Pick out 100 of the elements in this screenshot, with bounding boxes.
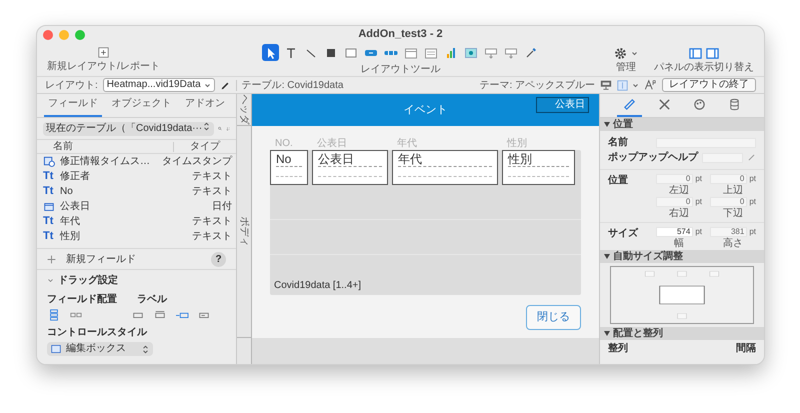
field-type-icon: Tt bbox=[43, 216, 54, 227]
portal-field[interactable]: No bbox=[270, 150, 308, 185]
field-caption: 高さ bbox=[723, 238, 743, 249]
field-caption: 右辺 bbox=[669, 208, 689, 219]
column-label: 公表日 bbox=[317, 138, 347, 149]
field-name: No bbox=[60, 185, 74, 199]
disclosure-triangle-icon[interactable] bbox=[604, 122, 610, 127]
tool-button[interactable] bbox=[262, 44, 279, 61]
column-label: NO. bbox=[275, 138, 293, 149]
panel-toggle-label: パネルの表示切り替え bbox=[654, 62, 754, 72]
unit-label: pt bbox=[695, 196, 702, 208]
new-layout-label: 新規レイアウト/レポート bbox=[47, 61, 160, 72]
font-size-icon[interactable] bbox=[644, 79, 657, 91]
column-header: タイプ bbox=[189, 140, 222, 154]
gear-icon[interactable] bbox=[614, 46, 627, 60]
vertical-layout-icon bbox=[48, 309, 60, 321]
column-label: 年代 bbox=[397, 138, 417, 149]
disclosure-triangle-icon[interactable] bbox=[604, 331, 610, 336]
field-label: 名前 bbox=[608, 136, 628, 150]
column-header: 名前 bbox=[52, 140, 73, 154]
unit-label: pt bbox=[695, 173, 702, 185]
grid-toggle-icon[interactable] bbox=[617, 80, 628, 90]
label-option[interactable] bbox=[153, 309, 167, 321]
table-selector[interactable]: 現在のテーブル（「Covid19data··· bbox=[43, 122, 214, 136]
field-caption: 上辺 bbox=[723, 185, 743, 196]
autosize-anchor-drawing[interactable] bbox=[610, 266, 754, 324]
left-panel-icon[interactable] bbox=[689, 46, 702, 60]
popover-icon bbox=[484, 46, 498, 60]
unit-label: pt bbox=[749, 196, 756, 208]
stepper-arrows-icon bbox=[202, 122, 212, 130]
unit-label: pt bbox=[695, 226, 702, 238]
field-type: テキスト bbox=[192, 230, 232, 244]
field-caption: 幅 bbox=[674, 238, 684, 249]
theme-label: テーマ: アペックスブルー bbox=[479, 78, 595, 92]
manage-label: 管理 bbox=[616, 62, 636, 72]
part-label: ボディ bbox=[238, 216, 250, 246]
table-label: テーブル: Covid19data bbox=[242, 78, 344, 92]
portal-field[interactable]: 性別 bbox=[502, 150, 575, 185]
close-button[interactable] bbox=[43, 30, 53, 40]
input-field[interactable]: 0 bbox=[656, 197, 694, 207]
field-type-icon: Tt bbox=[43, 171, 54, 182]
new-field-button[interactable]: 新規フィールド bbox=[66, 252, 136, 266]
chevron-down-icon bbox=[632, 82, 639, 88]
field-type: テキスト bbox=[192, 185, 232, 199]
stepper-arrows-icon bbox=[141, 344, 150, 354]
tools-icon bbox=[658, 98, 671, 111]
close-button[interactable]: 閉じる bbox=[526, 305, 581, 330]
header-title: イベント bbox=[404, 102, 448, 118]
anchor-diagram-icon bbox=[643, 270, 721, 320]
chevron-down-icon bbox=[204, 82, 211, 88]
portal-field[interactable]: 公表日 bbox=[312, 150, 388, 185]
column-label: 性別 bbox=[507, 138, 527, 149]
panel-tab[interactable]: フィールド bbox=[44, 96, 102, 117]
calendar-clock-icon bbox=[43, 155, 56, 168]
help-button[interactable]: ? bbox=[211, 252, 226, 266]
tab-control-icon bbox=[404, 46, 418, 60]
portal-field[interactable]: 年代 bbox=[392, 150, 498, 185]
field-label: ポップアップヘルプ bbox=[608, 150, 698, 165]
slide-control-icon bbox=[424, 46, 438, 60]
header-field: 公表日 bbox=[536, 97, 589, 113]
placement-option[interactable] bbox=[47, 309, 61, 321]
setting-label: ラベル bbox=[137, 293, 167, 307]
exit-layout-button[interactable]: レイアウトの終了 bbox=[662, 78, 756, 92]
setting-label: コントロールスタイル bbox=[47, 326, 148, 340]
control-style-dropdown[interactable]: 編集ボックス bbox=[47, 342, 153, 356]
field-type-icon: Tt bbox=[43, 186, 54, 197]
tools-label: レイアウトツール bbox=[360, 64, 440, 75]
disclosure-triangle-icon[interactable] bbox=[604, 254, 610, 259]
layout-label: レイアウト: bbox=[45, 78, 98, 92]
field-caption: 下辺 bbox=[723, 208, 743, 219]
field-name: 修正者 bbox=[60, 170, 91, 184]
section-title: 配置と整列 bbox=[613, 326, 663, 341]
database-icon bbox=[728, 98, 741, 111]
theme-icon[interactable] bbox=[600, 79, 612, 91]
field-label: 間隔 bbox=[736, 342, 756, 356]
panel-tab[interactable]: オブジェクト bbox=[107, 96, 176, 117]
unit-label: pt bbox=[749, 226, 756, 238]
chevron-icon[interactable] bbox=[47, 277, 54, 284]
setting-label: フィールド配置 bbox=[47, 292, 117, 307]
popover-icon bbox=[504, 46, 518, 60]
input-field[interactable]: 381 bbox=[710, 227, 748, 237]
section-title: ドラッグ設定 bbox=[58, 273, 118, 288]
field-type-icon: Tt bbox=[43, 231, 54, 242]
input-field[interactable]: 0 bbox=[710, 174, 748, 184]
part-label: ヘッダ bbox=[238, 94, 250, 124]
calendar-icon bbox=[43, 200, 55, 212]
input-field[interactable]: 0 bbox=[710, 197, 748, 207]
layout-dropdown[interactable]: Heatmap...vid19Data bbox=[102, 78, 215, 92]
input-field[interactable]: 0 bbox=[656, 174, 694, 184]
plus-icon[interactable] bbox=[47, 254, 56, 264]
input-field[interactable]: 574 bbox=[656, 227, 694, 237]
right-panel-icon[interactable] bbox=[706, 46, 719, 60]
plus-square-icon[interactable] bbox=[98, 47, 109, 58]
pencil-icon[interactable] bbox=[220, 80, 231, 90]
field-label: 整列 bbox=[608, 342, 628, 356]
window-title: AddOn_test3 - 2 bbox=[357, 27, 444, 42]
edit-box-icon bbox=[50, 344, 62, 354]
field-type: タイムスタンプ bbox=[162, 154, 232, 169]
panel-tab[interactable]: アドオン bbox=[181, 96, 230, 117]
field-icon bbox=[344, 46, 358, 60]
